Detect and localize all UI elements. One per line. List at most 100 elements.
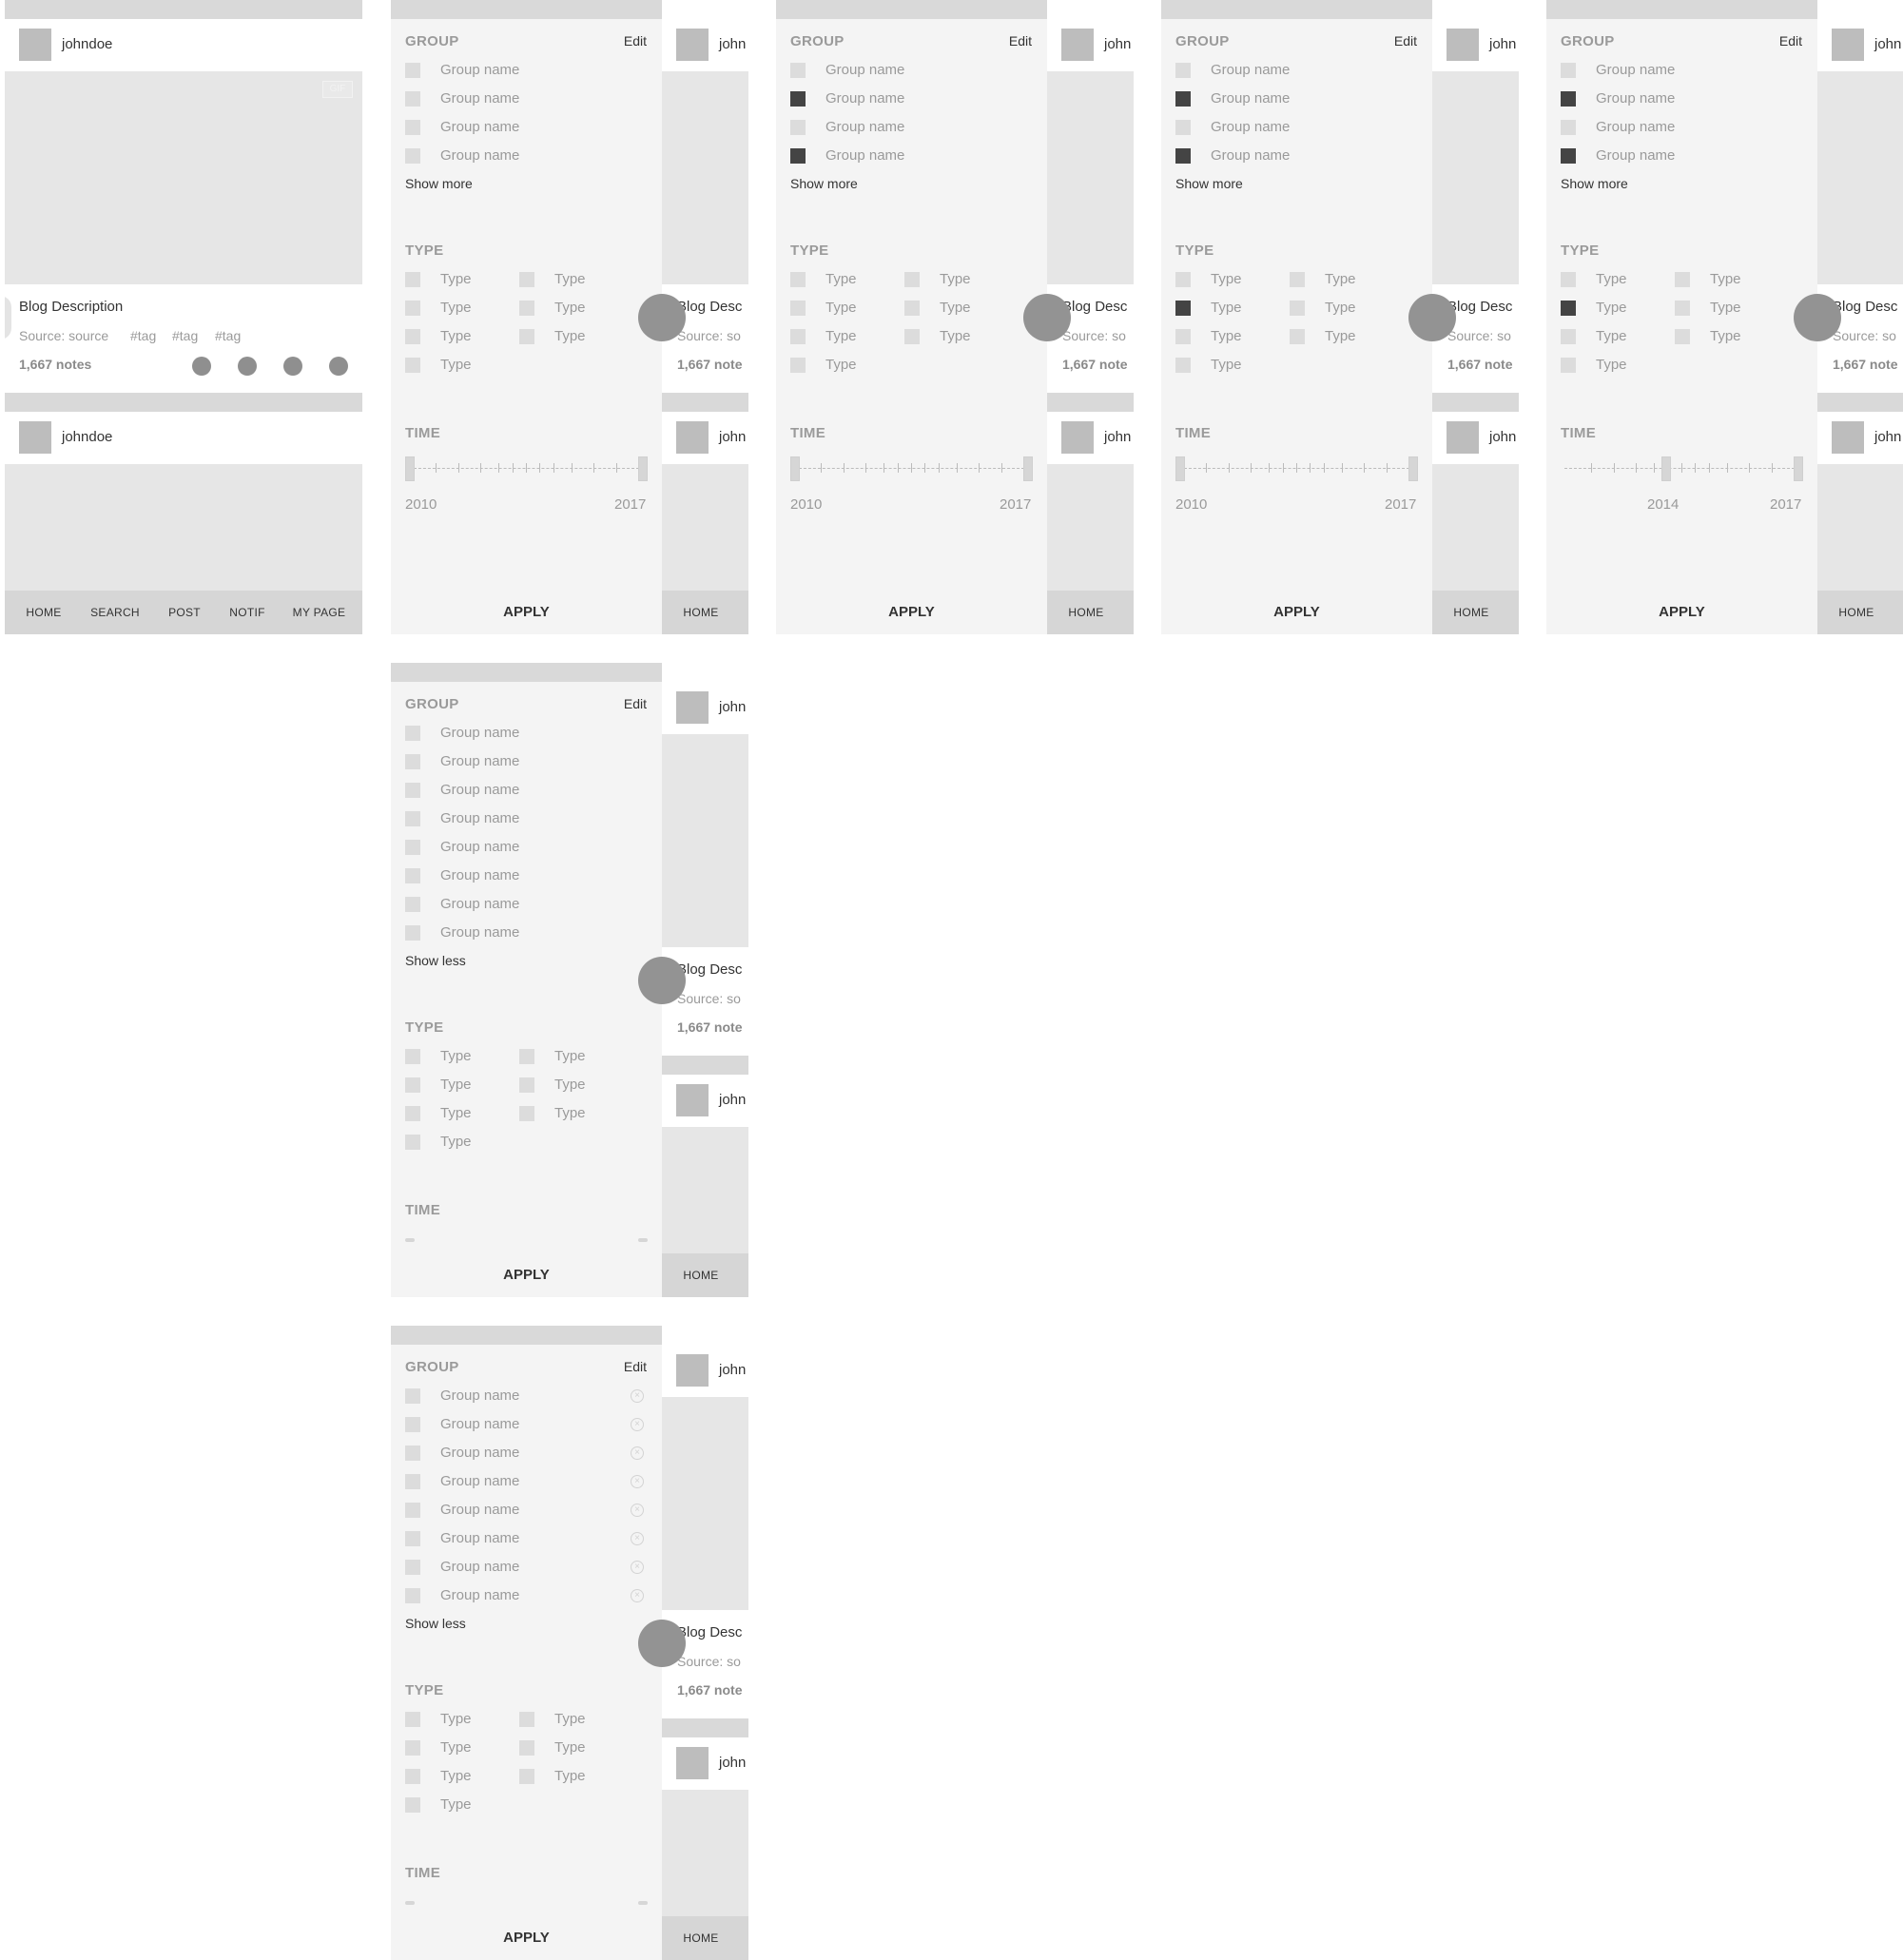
type-option[interactable]: Type — [904, 328, 1009, 345]
tab-home[interactable]: HOME — [5, 591, 83, 634]
post-header[interactable]: john — [1817, 412, 1903, 464]
group-checkbox[interactable] — [1561, 120, 1576, 135]
floating-action-button[interactable] — [1408, 294, 1456, 341]
time-slider-end-handle[interactable] — [1023, 456, 1033, 481]
username[interactable]: john — [719, 1092, 746, 1108]
type-option[interactable]: Type — [1290, 328, 1394, 345]
post-header[interactable]: john — [662, 682, 748, 734]
type-checkbox[interactable] — [405, 1712, 420, 1727]
type-checkbox[interactable] — [405, 358, 420, 373]
post-image[interactable] — [662, 71, 748, 284]
reply-icon[interactable] — [238, 357, 257, 376]
apply-button[interactable]: APPLY — [391, 1253, 662, 1297]
type-checkbox[interactable] — [405, 1740, 420, 1756]
type-option[interactable]: Type — [405, 1134, 510, 1151]
avatar[interactable] — [676, 1354, 709, 1387]
type-checkbox[interactable] — [519, 1740, 534, 1756]
time-slider-start-handle[interactable] — [405, 1901, 415, 1905]
edit-groups-button[interactable]: Edit — [1009, 33, 1032, 49]
avatar[interactable] — [1832, 29, 1864, 61]
username[interactable]: john — [719, 699, 746, 715]
post-source[interactable]: Source: so — [677, 991, 741, 1006]
show-more-toggle[interactable]: Show more — [1175, 176, 1243, 191]
group-option[interactable]: Group name — [405, 90, 652, 107]
time-range-slider[interactable] — [1561, 456, 1803, 481]
post-image[interactable] — [1817, 71, 1903, 284]
type-option[interactable]: Type — [519, 1711, 624, 1728]
floating-action-button[interactable] — [638, 957, 686, 1004]
type-checkbox[interactable] — [790, 329, 806, 344]
time-slider-end-handle[interactable] — [638, 456, 648, 481]
time-range-slider[interactable] — [405, 456, 648, 481]
post-image[interactable] — [662, 464, 748, 591]
group-checkbox[interactable] — [1175, 91, 1191, 107]
group-option[interactable]: Group name × — [405, 1388, 652, 1405]
username[interactable]: john — [1104, 429, 1131, 445]
group-option[interactable]: Group name — [1175, 119, 1423, 136]
post-header[interactable]: johndoe — [5, 412, 362, 464]
group-checkbox[interactable] — [405, 1560, 420, 1575]
post-header[interactable]: john — [662, 412, 748, 464]
group-checkbox[interactable] — [405, 1503, 420, 1518]
post-source[interactable]: Source: so — [677, 1654, 741, 1669]
share-icon[interactable] — [192, 357, 211, 376]
group-option[interactable]: Group name — [790, 90, 1038, 107]
post-source[interactable]: Source: so — [1833, 328, 1896, 343]
post-header[interactable]: john — [1432, 19, 1519, 71]
type-option[interactable]: Type — [904, 300, 1009, 317]
type-checkbox[interactable] — [519, 329, 534, 344]
type-option[interactable]: Type — [1175, 357, 1280, 374]
group-checkbox[interactable] — [405, 63, 420, 78]
type-checkbox[interactable] — [1290, 272, 1305, 287]
post-header[interactable]: john — [662, 1737, 748, 1790]
type-checkbox[interactable] — [405, 301, 420, 316]
type-checkbox[interactable] — [1175, 329, 1191, 344]
type-option[interactable]: Type — [519, 271, 624, 288]
type-checkbox[interactable] — [790, 301, 806, 316]
type-checkbox[interactable] — [1561, 272, 1576, 287]
type-option[interactable]: Type — [1290, 300, 1394, 317]
time-slider-end-handle[interactable] — [638, 1238, 648, 1242]
type-option[interactable]: Type — [405, 1048, 510, 1065]
group-option[interactable]: Group name — [790, 147, 1038, 165]
group-option[interactable]: Group name — [790, 119, 1038, 136]
edit-groups-button[interactable]: Edit — [624, 696, 647, 711]
post-image[interactable]: GIF — [5, 71, 362, 284]
post-image[interactable] — [1047, 464, 1134, 591]
type-checkbox[interactable] — [519, 1769, 534, 1784]
type-checkbox[interactable] — [405, 1797, 420, 1813]
group-option[interactable]: Group name — [790, 62, 1038, 79]
group-checkbox[interactable] — [405, 1588, 420, 1603]
group-option[interactable]: Group name — [1175, 147, 1423, 165]
post-source[interactable]: Source: so — [677, 328, 741, 343]
group-option[interactable]: Group name — [405, 810, 652, 827]
group-checkbox[interactable] — [405, 897, 420, 912]
notes-count[interactable]: 1,667 note — [1062, 357, 1127, 372]
reblog-icon[interactable] — [283, 357, 302, 376]
type-option[interactable]: Type — [1675, 328, 1779, 345]
type-option[interactable]: Type — [405, 1796, 510, 1814]
type-checkbox[interactable] — [405, 1049, 420, 1064]
post-header[interactable]: john — [1432, 412, 1519, 464]
show-more-toggle[interactable]: Show less — [405, 953, 466, 968]
tab-home[interactable]: HOME — [662, 1253, 740, 1297]
type-checkbox[interactable] — [519, 301, 534, 316]
group-option[interactable]: Group name — [1561, 90, 1808, 107]
group-option[interactable]: Group name × — [405, 1473, 652, 1490]
group-option[interactable]: Group name — [405, 119, 652, 136]
type-checkbox[interactable] — [405, 329, 420, 344]
type-option[interactable]: Type — [1561, 300, 1665, 317]
type-option[interactable]: Type — [519, 300, 624, 317]
type-option[interactable]: Type — [405, 271, 510, 288]
username[interactable]: johndoe — [62, 429, 112, 445]
edit-groups-button[interactable]: Edit — [624, 1359, 647, 1374]
tab-home[interactable]: HOME — [1432, 591, 1510, 634]
group-checkbox[interactable] — [1175, 148, 1191, 164]
notes-count[interactable]: 1,667 note — [677, 1019, 742, 1035]
type-option[interactable]: Type — [1175, 328, 1280, 345]
avatar[interactable] — [1061, 29, 1094, 61]
post-image[interactable] — [1432, 464, 1519, 591]
type-option[interactable]: Type — [519, 1768, 624, 1785]
type-option[interactable]: Type — [1675, 271, 1779, 288]
group-checkbox[interactable] — [405, 726, 420, 741]
